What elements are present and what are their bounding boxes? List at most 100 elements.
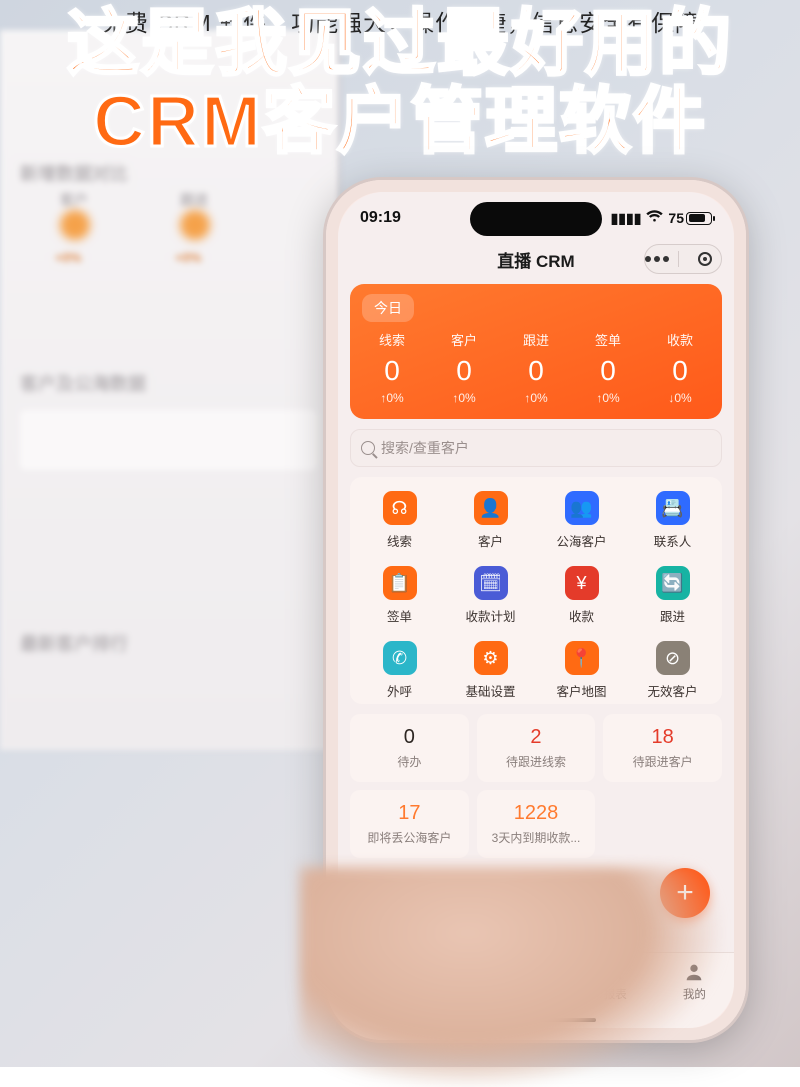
status-time: 09:19 (360, 209, 401, 227)
phone-frame: 09:19 ▮▮▮▮ 75 直播 CRM 今日 线索 (326, 180, 746, 1040)
tab-icon (367, 961, 389, 983)
stat-card[interactable]: 17 即将丢公海客户 (350, 790, 469, 858)
card-number: 1228 (481, 802, 592, 825)
menu-item-客户地图[interactable]: 📍 客户地图 (536, 641, 627, 700)
add-fab[interactable]: + (660, 868, 710, 918)
card-number: 18 (607, 726, 718, 749)
menu-item-公海客户[interactable]: 👥 公海客户 (536, 491, 627, 550)
metric-value: 0 (428, 355, 500, 387)
menu-item-线索[interactable]: ☊ 线索 (354, 491, 445, 550)
客户地图-icon: 📍 (565, 641, 599, 675)
menu-item-收款[interactable]: ¥ 收款 (536, 566, 627, 625)
menu-label: 客户地图 (536, 681, 627, 700)
metric-change: ↑0% (572, 391, 644, 405)
tab-label: 我的 (655, 986, 734, 1002)
menu-item-联系人[interactable]: 📇 联系人 (627, 491, 718, 550)
card-number: 17 (354, 802, 465, 825)
menu-label: 跟进 (627, 606, 718, 625)
metric-value: 0 (356, 355, 428, 387)
metric-change: ↑0% (356, 391, 428, 405)
menu-item-外呼[interactable]: ✆ 外呼 (354, 641, 445, 700)
收款-icon: ¥ (565, 566, 599, 600)
联系人-icon: 📇 (656, 491, 690, 525)
metric-change: ↑0% (428, 391, 500, 405)
metric-change: ↑0% (500, 391, 572, 405)
menu-label: 线索 (354, 531, 445, 550)
menu-label: 客户 (445, 531, 536, 550)
metric-label: 签单 (572, 330, 644, 349)
stats-cards: 0 待办2 待跟进线索18 待跟进客户17 即将丢公海客户1228 3天内到期收… (350, 714, 722, 858)
线索-icon: ☊ (383, 491, 417, 525)
外呼-icon: ✆ (383, 641, 417, 675)
signal-icon: ▮▮▮▮ (611, 210, 642, 227)
menu-item-签单[interactable]: 📋 签单 (354, 566, 445, 625)
menu-label: 无效客户 (627, 681, 718, 700)
card-caption: 待办 (354, 753, 465, 770)
metric-3[interactable]: 签单 0 ↑0% (572, 330, 644, 405)
menu-item-客户[interactable]: 👤 客户 (445, 491, 536, 550)
app-title: 直播 CRM (497, 247, 574, 272)
tab-客户[interactable]: 客户 (417, 953, 496, 1014)
card-number: 0 (354, 726, 465, 749)
无效客户-icon: ⊘ (656, 641, 690, 675)
metric-0[interactable]: 线索 0 ↑0% (356, 330, 428, 405)
menu-grid: ☊ 线索👤 客户👥 公海客户📇 联系人📋 签单🗓 收款计划¥ 收款🔄 跟进✆ 外… (350, 477, 722, 704)
wifi-icon (646, 210, 663, 226)
基础设置-icon: ⚙ (474, 641, 508, 675)
metric-value: 0 (500, 355, 572, 387)
menu-label: 基础设置 (445, 681, 536, 700)
menu-label: 外呼 (354, 681, 445, 700)
miniprogram-header: 直播 CRM (338, 238, 734, 280)
metric-label: 客户 (428, 330, 500, 349)
tab-仪表盘[interactable]: 仪表盘 (496, 953, 575, 1014)
stat-card[interactable]: 2 待跟进线索 (477, 714, 596, 782)
客户-icon: 👤 (474, 491, 508, 525)
phone-screen: 09:19 ▮▮▮▮ 75 直播 CRM 今日 线索 (338, 192, 734, 1028)
home-indicator (476, 1018, 596, 1022)
today-summary-card[interactable]: 今日 线索 0 ↑0%客户 0 ↑0%跟进 0 ↑0%签单 0 ↑0%收款 0 … (350, 284, 722, 419)
metric-change: ↓0% (644, 391, 716, 405)
metric-2[interactable]: 跟进 0 ↑0% (500, 330, 572, 405)
tab-我的[interactable]: 我的 (655, 953, 734, 1014)
tab-首页[interactable]: 首页 (338, 953, 417, 1014)
capsule-button[interactable] (644, 244, 722, 274)
bottom-tab-bar: 首页 客户 仪表盘 报表 我的 (338, 952, 734, 1028)
card-caption: 即将丢公海客户 (354, 829, 465, 846)
tab-icon (525, 961, 547, 983)
today-chip[interactable]: 今日 (362, 294, 414, 322)
跟进-icon: 🔄 (656, 566, 690, 600)
tab-label: 首页 (338, 986, 417, 1002)
tab-icon (604, 961, 626, 983)
menu-label: 公海客户 (536, 531, 627, 550)
tab-label: 客户 (417, 986, 496, 1002)
stat-card[interactable]: 1228 3天内到期收款... (477, 790, 596, 858)
tab-报表[interactable]: 报表 (576, 953, 655, 1014)
close-icon[interactable] (698, 252, 712, 266)
metric-value: 0 (644, 355, 716, 387)
menu-label: 收款 (536, 606, 627, 625)
search-icon (361, 441, 375, 455)
menu-label: 收款计划 (445, 606, 536, 625)
stat-card[interactable]: 18 待跟进客户 (603, 714, 722, 782)
more-icon[interactable] (654, 256, 660, 262)
battery-icon: 75 (668, 210, 712, 226)
公海客户-icon: 👥 (565, 491, 599, 525)
tab-icon (683, 961, 705, 983)
card-number: 2 (481, 726, 592, 749)
metric-1[interactable]: 客户 0 ↑0% (428, 330, 500, 405)
metric-label: 跟进 (500, 330, 572, 349)
search-input[interactable]: 搜索/查重客户 (350, 429, 722, 467)
card-caption: 待跟进线索 (481, 753, 592, 770)
stat-card[interactable]: 0 待办 (350, 714, 469, 782)
menu-item-基础设置[interactable]: ⚙ 基础设置 (445, 641, 536, 700)
card-caption: 3天内到期收款... (481, 829, 592, 846)
card-caption: 待跟进客户 (607, 753, 718, 770)
menu-item-无效客户[interactable]: ⊘ 无效客户 (627, 641, 718, 700)
tab-label: 报表 (576, 986, 655, 1002)
dynamic-island (470, 202, 602, 236)
签单-icon: 📋 (383, 566, 417, 600)
menu-item-收款计划[interactable]: 🗓 收款计划 (445, 566, 536, 625)
menu-item-跟进[interactable]: 🔄 跟进 (627, 566, 718, 625)
search-placeholder: 搜索/查重客户 (381, 438, 469, 458)
metric-4[interactable]: 收款 0 ↓0% (644, 330, 716, 405)
